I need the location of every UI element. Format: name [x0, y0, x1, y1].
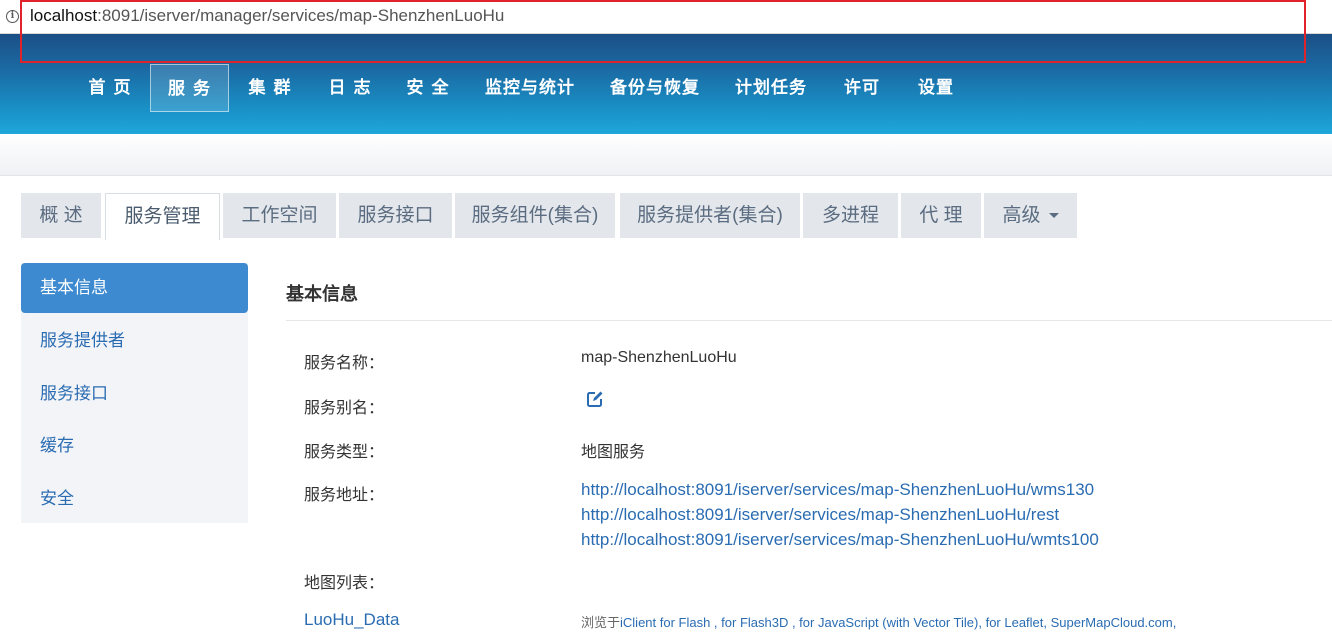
- nav-license[interactable]: 许可: [838, 64, 886, 112]
- nav-home[interactable]: 首 页: [80, 64, 140, 112]
- address-bar[interactable]: i localhost:8091/iserver/manager/service…: [0, 0, 1332, 34]
- sidebar-item-cache[interactable]: 缓存: [21, 421, 248, 471]
- sidebar-item-interfaces[interactable]: 服务接口: [21, 369, 248, 419]
- tab-proxy[interactable]: 代 理: [901, 193, 981, 238]
- nav-security[interactable]: 安 全: [398, 64, 458, 112]
- tab-multiprocess[interactable]: 多进程: [803, 193, 898, 238]
- nav-logs[interactable]: 日 志: [320, 64, 380, 112]
- browse-note: 浏览于iClient for Flash , for Flash3D , for…: [581, 612, 1176, 631]
- map-list-label: 地图列表：: [304, 573, 385, 592]
- nav-services[interactable]: 服 务: [150, 64, 229, 112]
- service-alias-label: 服务别名：: [304, 398, 385, 417]
- address-link-wmts[interactable]: http://localhost:8091/iserver/services/m…: [581, 530, 1099, 550]
- tab-service-interfaces[interactable]: 服务接口: [339, 193, 452, 238]
- nav-scheduled-tasks[interactable]: 计划任务: [734, 64, 808, 112]
- tab-service-management[interactable]: 服务管理: [105, 193, 220, 240]
- address-link-wms[interactable]: http://localhost:8091/iserver/services/m…: [581, 480, 1094, 500]
- browse-client-links[interactable]: iClient for Flash , for Flash3D , for Ja…: [620, 615, 1176, 630]
- sidebar-item-basic-info[interactable]: 基本信息: [21, 263, 248, 313]
- sidebar-item-providers[interactable]: 服务提供者: [21, 316, 248, 366]
- sidebar: 基本信息 服务提供者 服务接口 缓存 安全: [21, 263, 248, 523]
- top-nav: 首 页 服 务 集 群 日 志 安 全 监控与统计 备份与恢复 计划任务 许可 …: [0, 34, 1332, 134]
- nav-cluster[interactable]: 集 群: [240, 64, 300, 112]
- service-type-value: 地图服务: [581, 444, 646, 461]
- divider: [286, 320, 1332, 321]
- url-text[interactable]: localhost:8091/iserver/manager/services/…: [30, 6, 504, 26]
- service-name-label: 服务名称：: [304, 353, 385, 372]
- browse-prefix: 浏览于: [581, 615, 621, 630]
- edit-icon[interactable]: [586, 390, 604, 408]
- tab-advanced-label: 高级: [1002, 205, 1041, 226]
- info-icon[interactable]: i: [6, 10, 19, 23]
- nav-monitoring[interactable]: 监控与统计: [484, 64, 576, 112]
- section-title: 基本信息: [286, 284, 358, 305]
- sub-header: [0, 134, 1332, 176]
- tab-service-components[interactable]: 服务组件(集合): [455, 193, 615, 238]
- tab-advanced[interactable]: 高级: [984, 193, 1077, 238]
- address-link-rest[interactable]: http://localhost:8091/iserver/services/m…: [581, 505, 1059, 525]
- nav-settings[interactable]: 设置: [912, 64, 960, 112]
- tab-workspace[interactable]: 工作空间: [223, 193, 336, 238]
- service-name-value: map-ShenzhenLuoHu: [581, 349, 737, 366]
- service-address-label: 服务地址：: [304, 485, 385, 504]
- tab-service-providers[interactable]: 服务提供者(集合): [620, 193, 800, 238]
- sidebar-item-security[interactable]: 安全: [21, 474, 248, 524]
- caret-down-icon: [1048, 213, 1059, 219]
- service-type-label: 服务类型：: [304, 442, 385, 461]
- map-link-luohu-data[interactable]: LuoHu_Data: [304, 610, 399, 630]
- nav-backup[interactable]: 备份与恢复: [609, 64, 701, 112]
- tab-overview[interactable]: 概 述: [21, 193, 101, 238]
